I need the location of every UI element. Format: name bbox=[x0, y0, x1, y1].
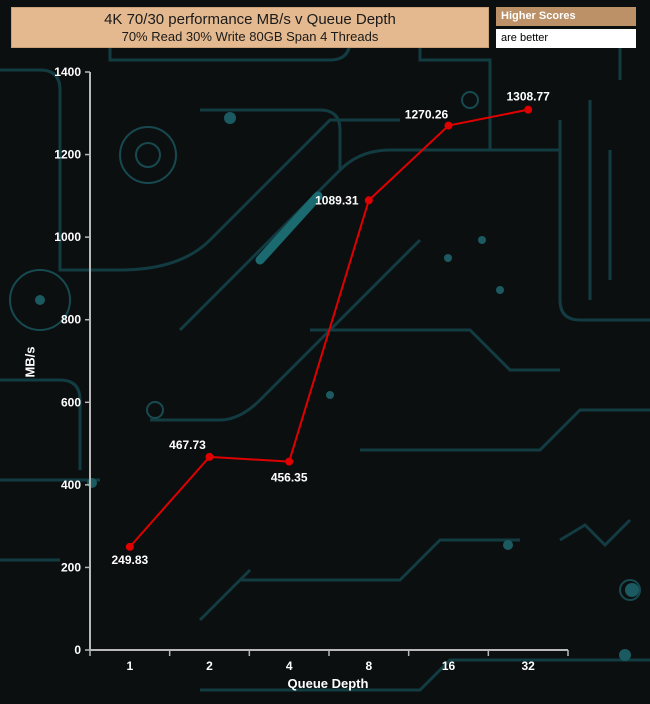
x-tick-label: 8 bbox=[365, 659, 372, 673]
x-tick-label: 4 bbox=[286, 659, 293, 673]
y-tick-label: 1200 bbox=[54, 148, 81, 162]
data-point bbox=[444, 121, 453, 130]
x-tick-label: 2 bbox=[206, 659, 213, 673]
x-tick-label: 1 bbox=[126, 659, 133, 673]
x-tick-label: 32 bbox=[521, 659, 535, 673]
y-tick-label: 200 bbox=[61, 560, 81, 574]
data-label: 467.73 bbox=[169, 438, 206, 452]
series-line bbox=[129, 108, 529, 548]
y-tick-label: 1400 bbox=[54, 65, 81, 79]
y-tick-label: 800 bbox=[61, 313, 81, 327]
y-tick-label: 600 bbox=[61, 395, 81, 409]
data-point bbox=[125, 542, 134, 551]
data-point bbox=[285, 457, 294, 466]
data-label: 1089.31 bbox=[315, 193, 359, 207]
data-label: 456.35 bbox=[271, 471, 308, 485]
x-tick-label: 16 bbox=[442, 659, 456, 673]
chart-stage: 4K 70/30 performance MB/s v Queue Depth … bbox=[0, 0, 650, 704]
data-label: 1270.26 bbox=[405, 108, 449, 122]
data-point bbox=[524, 105, 533, 114]
plot-area: 0 200 400 600 800 1000 1200 1400 1 2 4 8 16 32 249.83 4… bbox=[54, 65, 569, 673]
y-tick-label: 1000 bbox=[54, 230, 81, 244]
y-tick-label: 400 bbox=[61, 478, 81, 492]
data-point bbox=[205, 452, 214, 461]
data-label: 249.83 bbox=[111, 553, 148, 567]
x-axis-label: Queue Depth bbox=[287, 676, 369, 691]
y-tick-label: 0 bbox=[74, 643, 81, 657]
y-axis-label: MB/s bbox=[22, 346, 38, 378]
data-point bbox=[364, 196, 373, 205]
data-label: 1308.77 bbox=[506, 90, 550, 104]
